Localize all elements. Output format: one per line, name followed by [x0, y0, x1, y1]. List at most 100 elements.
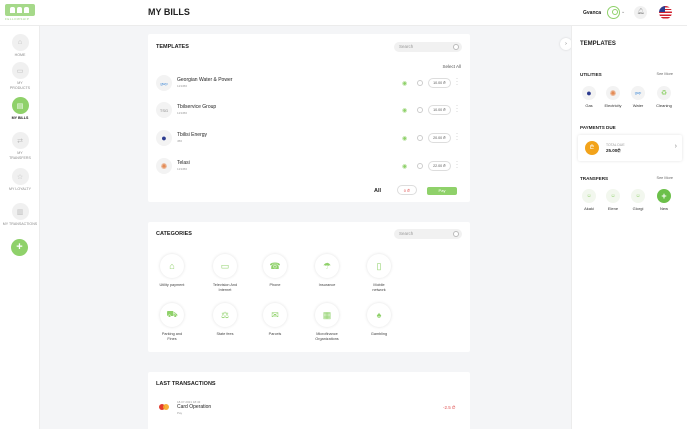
transfers-title: TRANSFERS	[580, 176, 609, 181]
template-select-radio[interactable]	[417, 135, 423, 141]
eye-icon[interactable]: ◉	[402, 80, 407, 87]
sidebar-item-home[interactable]: ⌂ HOME	[0, 34, 40, 58]
utilities-see-more-link[interactable]: See More	[657, 72, 673, 76]
eye-icon[interactable]: ◉	[402, 135, 407, 142]
transfers-see-more-link[interactable]: See More	[657, 176, 673, 180]
utility-gas[interactable]: ● Gas	[578, 86, 600, 108]
logo-mark	[5, 4, 35, 16]
sidebar-item-loyalty[interactable]: ☆ MY LOYALTY	[0, 168, 40, 192]
category-label: Parking and Fines	[161, 332, 183, 341]
logo[interactable]: FELLOWSHIP	[5, 4, 37, 22]
utility-label: Water	[632, 103, 644, 108]
utility-electricity[interactable]: ✺ Electricity	[602, 86, 624, 108]
transaction-type: Pay	[177, 411, 183, 415]
plus-icon: +	[657, 189, 671, 203]
template-amount-input[interactable]: 22.00 ₾	[428, 161, 451, 171]
sidebar-item-bills[interactable]: ▤ MY BILLS	[0, 97, 40, 121]
add-button[interactable]: +	[11, 239, 28, 256]
star-icon: ☆	[11, 168, 29, 185]
template-name: Tbilisi Energy	[177, 132, 208, 138]
category-television-internet[interactable]: ▭ Television And Internet	[202, 254, 248, 293]
category-microfinance[interactable]: ▦ Microfinance Organizations	[304, 303, 350, 342]
more-vertical-icon[interactable]: · · ·	[456, 103, 458, 115]
transfer-contact[interactable]: ☺ Akaki	[578, 189, 600, 211]
sidebar-item-products[interactable]: ▭ MY PRODUCTS	[0, 62, 40, 90]
template-row[interactable]: ✺ Telasi 123456 ◉ 22.00 ₾ · · ·	[156, 156, 462, 178]
category-label: Parcels	[268, 332, 282, 336]
mobile-icon: ▯	[367, 254, 391, 278]
template-row[interactable]: ● Tbilisi Energy 456 ◉ 20.00 ₾ · · ·	[156, 128, 462, 150]
template-row[interactable]: gwp Georgian Water & Power 123456 ◉ 10.0…	[156, 73, 462, 95]
more-vertical-icon[interactable]: · · ·	[456, 76, 458, 88]
avatar[interactable]	[607, 6, 620, 19]
phone-icon: ☎	[263, 254, 287, 278]
template-select-radio[interactable]	[417, 163, 423, 169]
mastercard-icon	[159, 404, 169, 410]
category-utility-payment[interactable]: ⌂ Utility payment	[149, 254, 195, 288]
more-vertical-icon[interactable]: · · ·	[456, 159, 458, 171]
template-amount-input[interactable]: 10.00 ₾	[428, 78, 451, 88]
more-vertical-icon[interactable]: · · ·	[456, 131, 458, 143]
transfer-icon: ⇄	[11, 132, 29, 149]
transfer-contact[interactable]: ☺ Elene	[602, 189, 624, 211]
select-all-link[interactable]: Select All	[442, 64, 461, 69]
tbilisi-energy-logo: ●	[156, 130, 172, 146]
template-row[interactable]: TSG Tbilservice Group 123456 ◉ 10.00 ₾ ·…	[156, 100, 462, 122]
chevron-down-icon[interactable]: ⌄	[621, 9, 625, 15]
transaction-row[interactable]: 18.07.2021 18:43 Card Operation Pay -2.5…	[156, 398, 462, 418]
category-mobile-network[interactable]: ▯ Mobile network	[356, 254, 402, 293]
logo-text: FELLOWSHIP	[5, 17, 30, 21]
us-flag-icon[interactable]	[659, 6, 672, 19]
eye-icon[interactable]: ◉	[402, 107, 407, 114]
category-label: Gambling	[370, 332, 388, 336]
document-icon: ▥	[11, 203, 29, 220]
category-label: Microfinance Organizations	[315, 332, 339, 341]
category-parcels[interactable]: ✉ Parcels	[252, 303, 298, 337]
transfer-contact[interactable]: ☺ Giorgi	[627, 189, 649, 211]
categories-title: CATEGORIES	[156, 231, 192, 237]
template-name: Georgian Water & Power	[177, 77, 233, 83]
utility-cleaning[interactable]: ♻ Cleaning	[653, 86, 675, 108]
tsg-logo: TSG	[156, 102, 172, 118]
utility-water[interactable]: gwp Water	[627, 86, 649, 108]
pay-button[interactable]: Pay	[427, 187, 457, 195]
template-select-radio[interactable]	[417, 107, 423, 113]
right-panel: TEMPLATES UTILITIES See More ● Gas ✺ Ele…	[571, 26, 687, 429]
wallet-icon: ▭	[11, 62, 29, 79]
categories-card: CATEGORIES Search ⌂ Utility payment ▭ Te…	[148, 222, 470, 352]
page-title: MY BILLS	[148, 7, 190, 17]
sidebar-item-label: MY LOYALTY	[9, 187, 31, 191]
category-gambling[interactable]: ♠ Gambling	[356, 303, 402, 337]
home-icon: ⌂	[11, 34, 29, 51]
total-amount: 0 ₾	[397, 185, 417, 195]
category-parking-fines[interactable]: ⛟ Parking and Fines	[149, 303, 195, 342]
category-label: State fees	[216, 332, 234, 336]
eye-icon[interactable]: ◉	[402, 163, 407, 170]
user-name: Gvanca	[583, 10, 602, 16]
template-account: 123456	[177, 167, 188, 171]
stamp-icon: ⚖	[213, 303, 237, 327]
category-insurance[interactable]: ☂ Insurance	[304, 254, 350, 288]
templates-search-input[interactable]: Search	[394, 42, 462, 52]
new-transfer-button[interactable]: + New	[653, 189, 675, 211]
payments-due-card[interactable]: ₾ TOTAL DUE 25.00₾ ›	[578, 135, 682, 161]
sidebar-item-transfers[interactable]: ⇄ MY TRANSFERS	[0, 132, 40, 160]
sidebar-item-transactions[interactable]: ▥ MY TRANSACTIONS	[0, 203, 40, 227]
search-icon[interactable]	[453, 44, 459, 50]
category-phone[interactable]: ☎ Phone	[252, 254, 298, 288]
categories-search-input[interactable]: Search	[394, 229, 462, 239]
search-icon[interactable]	[453, 231, 459, 237]
bell-icon[interactable]: 🔔︎	[634, 6, 647, 19]
right-panel-title: TEMPLATES	[580, 41, 616, 47]
coin-icon: ₾	[585, 141, 599, 155]
template-amount-input[interactable]: 10.00 ₾	[428, 105, 451, 115]
template-amount-input[interactable]: 20.00 ₾	[428, 133, 451, 143]
person-icon: ☺	[606, 189, 620, 203]
category-state-fees[interactable]: ⚖ State fees	[202, 303, 248, 337]
person-icon: ☺	[582, 189, 596, 203]
template-select-radio[interactable]	[417, 80, 423, 86]
transaction-amount: -2.5 ₾	[443, 405, 456, 410]
template-name: Tbilservice Group	[177, 104, 217, 110]
new-label: New	[659, 206, 668, 211]
telasi-logo: ✺	[156, 158, 172, 174]
